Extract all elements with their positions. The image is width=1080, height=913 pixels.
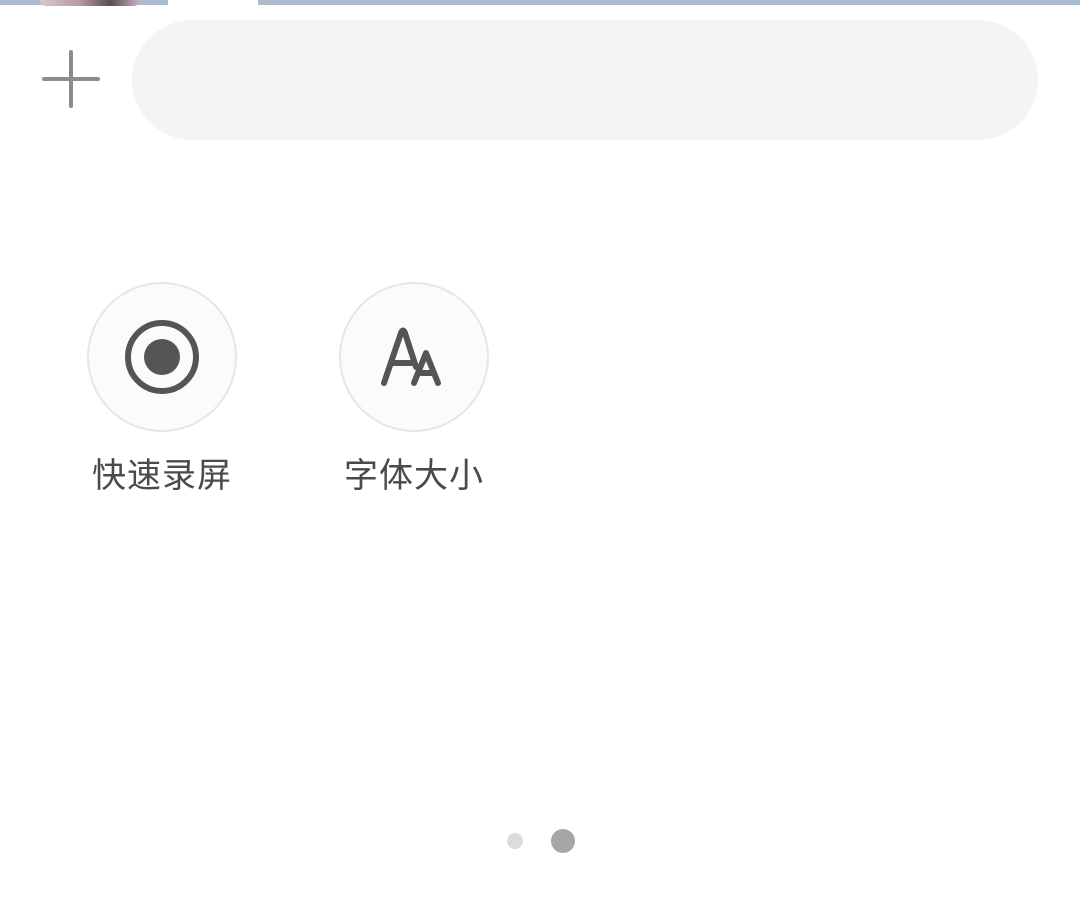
font-size-label: 字体大小 [344, 456, 484, 496]
page-dot-2-active[interactable] [551, 829, 575, 853]
message-input[interactable] [132, 20, 1038, 140]
plus-icon [42, 50, 100, 108]
font-size-circle[interactable] [339, 282, 489, 432]
chat-background-strip [0, 0, 1080, 5]
record-icon [125, 320, 199, 394]
quick-record-label: 快速录屏 [92, 456, 232, 496]
chat-extension-panel: 快速录屏 字体大小 [0, 0, 1080, 913]
font-size-button[interactable]: 字体大小 [334, 282, 494, 497]
font-size-icon [381, 327, 441, 386]
page-dot-1[interactable] [507, 833, 523, 849]
add-more-button[interactable] [40, 48, 102, 110]
page-indicator [507, 829, 575, 853]
avatar [40, 0, 140, 6]
quick-record-circle[interactable] [87, 282, 237, 432]
quick-record-button[interactable]: 快速录屏 [82, 282, 242, 497]
message-bubble-edge [168, 0, 258, 5]
